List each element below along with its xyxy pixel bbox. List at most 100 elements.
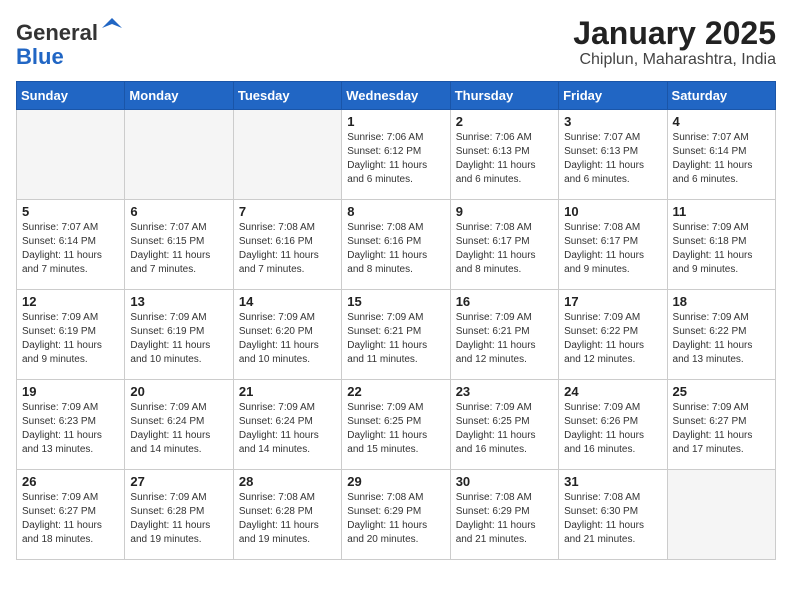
calendar-cell — [125, 110, 233, 200]
day-info: Sunrise: 7:09 AMSunset: 6:27 PMDaylight:… — [673, 401, 770, 457]
day-number: 8 — [347, 204, 444, 219]
day-number: 29 — [347, 474, 444, 489]
calendar-cell — [233, 110, 341, 200]
day-info: Sunrise: 7:09 AMSunset: 6:21 PMDaylight:… — [456, 311, 553, 367]
day-info: Sunrise: 7:09 AMSunset: 6:18 PMDaylight:… — [673, 221, 770, 277]
calendar-cell: 19 Sunrise: 7:09 AMSunset: 6:23 PMDayligh… — [17, 380, 125, 470]
calendar-cell: 27 Sunrise: 7:09 AMSunset: 6:28 PMDayligh… — [125, 470, 233, 560]
calendar-header-tuesday: Tuesday — [233, 82, 341, 110]
day-number: 12 — [22, 294, 119, 309]
calendar-cell: 17 Sunrise: 7:09 AMSunset: 6:22 PMDayligh… — [559, 290, 667, 380]
calendar-header-friday: Friday — [559, 82, 667, 110]
calendar-cell: 30 Sunrise: 7:08 AMSunset: 6:29 PMDayligh… — [450, 470, 558, 560]
calendar-table: SundayMondayTuesdayWednesdayThursdayFrid… — [16, 81, 776, 560]
day-info: Sunrise: 7:09 AMSunset: 6:28 PMDaylight:… — [130, 491, 227, 547]
calendar-cell: 7Sunrise: 7:08 AMSunset: 6:16 PMDaylight… — [233, 200, 341, 290]
day-number: 3 — [564, 114, 661, 129]
day-info: Sunrise: 7:09 AMSunset: 6:21 PMDaylight:… — [347, 311, 444, 367]
calendar-cell: 20 Sunrise: 7:09 AMSunset: 6:24 PMDayligh… — [125, 380, 233, 470]
day-info: Sunrise: 7:08 AMSunset: 6:16 PMDaylight:… — [347, 221, 444, 277]
day-info: Sunrise: 7:09 AMSunset: 6:25 PMDaylight:… — [347, 401, 444, 457]
day-info: Sunrise: 7:08 AMSunset: 6:29 PMDaylight:… — [347, 491, 444, 547]
day-info: Sunrise: 7:08 AMSunset: 6:28 PMDaylight:… — [239, 491, 336, 547]
calendar-cell: 1 Sunrise: 7:06 AMSunset: 6:12 PMDaylight… — [342, 110, 450, 200]
calendar-cell: 12 Sunrise: 7:09 AMSunset: 6:19 PMDayligh… — [17, 290, 125, 380]
month-title: January 2025 — [573, 16, 776, 51]
day-info: Sunrise: 7:09 AMSunset: 6:23 PMDaylight:… — [22, 401, 119, 457]
logo-general: General — [16, 20, 98, 45]
calendar-cell: 11Sunrise: 7:09 AMSunset: 6:18 PMDayligh… — [667, 200, 775, 290]
day-number: 21 — [239, 384, 336, 399]
calendar-cell: 6 Sunrise: 7:07 AMSunset: 6:15 PMDaylight… — [125, 200, 233, 290]
calendar-cell: 5Sunrise: 7:07 AMSunset: 6:14 PMDaylight… — [17, 200, 125, 290]
day-info: Sunrise: 7:06 AMSunset: 6:12 PMDaylight:… — [347, 131, 444, 187]
day-info: Sunrise: 7:09 AMSunset: 6:22 PMDaylight:… — [564, 311, 661, 367]
calendar-cell: 25Sunrise: 7:09 AMSunset: 6:27 PMDayligh… — [667, 380, 775, 470]
calendar-header-wednesday: Wednesday — [342, 82, 450, 110]
calendar-cell: 2Sunrise: 7:06 AMSunset: 6:13 PMDaylight… — [450, 110, 558, 200]
day-number: 20 — [130, 384, 227, 399]
calendar-cell: 24Sunrise: 7:09 AMSunset: 6:26 PMDayligh… — [559, 380, 667, 470]
day-info: Sunrise: 7:09 AMSunset: 6:24 PMDaylight:… — [130, 401, 227, 457]
day-number: 7 — [239, 204, 336, 219]
calendar-cell — [17, 110, 125, 200]
title-block: January 2025 Chiplun, Maharashtra, India — [573, 16, 776, 69]
day-info: Sunrise: 7:09 AMSunset: 6:19 PMDaylight:… — [130, 311, 227, 367]
calendar-cell: 29 Sunrise: 7:08 AMSunset: 6:29 PMDayligh… — [342, 470, 450, 560]
day-number: 27 — [130, 474, 227, 489]
day-number: 30 — [456, 474, 553, 489]
day-number: 4 — [673, 114, 770, 129]
week-row-3: 12 Sunrise: 7:09 AMSunset: 6:19 PMDayligh… — [17, 290, 776, 380]
calendar-cell: 22Sunrise: 7:09 AMSunset: 6:25 PMDayligh… — [342, 380, 450, 470]
week-row-1: 1 Sunrise: 7:06 AMSunset: 6:12 PMDaylight… — [17, 110, 776, 200]
calendar-header-sunday: Sunday — [17, 82, 125, 110]
day-info: Sunrise: 7:07 AMSunset: 6:14 PMDaylight:… — [22, 221, 119, 277]
day-number: 1 — [347, 114, 444, 129]
day-number: 19 — [22, 384, 119, 399]
day-info: Sunrise: 7:09 AMSunset: 6:19 PMDaylight:… — [22, 311, 119, 367]
day-number: 15 — [347, 294, 444, 309]
calendar-cell: 14 Sunrise: 7:09 AMSunset: 6:20 PMDayligh… — [233, 290, 341, 380]
week-row-4: 19 Sunrise: 7:09 AMSunset: 6:23 PMDayligh… — [17, 380, 776, 470]
week-row-2: 5Sunrise: 7:07 AMSunset: 6:14 PMDaylight… — [17, 200, 776, 290]
day-number: 23 — [456, 384, 553, 399]
day-number: 10 — [564, 204, 661, 219]
day-number: 18 — [673, 294, 770, 309]
calendar-cell: 15 Sunrise: 7:09 AMSunset: 6:21 PMDayligh… — [342, 290, 450, 380]
day-info: Sunrise: 7:08 AMSunset: 6:17 PMDaylight:… — [564, 221, 661, 277]
logo-icon — [100, 16, 124, 40]
day-info: Sunrise: 7:08 AMSunset: 6:30 PMDaylight:… — [564, 491, 661, 547]
day-info: Sunrise: 7:09 AMSunset: 6:25 PMDaylight:… — [456, 401, 553, 457]
day-number: 9 — [456, 204, 553, 219]
day-number: 26 — [22, 474, 119, 489]
day-info: Sunrise: 7:09 AMSunset: 6:20 PMDaylight:… — [239, 311, 336, 367]
calendar-cell: 21Sunrise: 7:09 AMSunset: 6:24 PMDayligh… — [233, 380, 341, 470]
location: Chiplun, Maharashtra, India — [573, 51, 776, 69]
day-info: Sunrise: 7:07 AMSunset: 6:15 PMDaylight:… — [130, 221, 227, 277]
day-info: Sunrise: 7:07 AMSunset: 6:14 PMDaylight:… — [673, 131, 770, 187]
day-number: 13 — [130, 294, 227, 309]
calendar-cell: 3 Sunrise: 7:07 AMSunset: 6:13 PMDaylight… — [559, 110, 667, 200]
calendar-cell: 26 Sunrise: 7:09 AMSunset: 6:27 PMDayligh… — [17, 470, 125, 560]
day-number: 17 — [564, 294, 661, 309]
day-info: Sunrise: 7:07 AMSunset: 6:13 PMDaylight:… — [564, 131, 661, 187]
calendar-cell: 10 Sunrise: 7:08 AMSunset: 6:17 PMDayligh… — [559, 200, 667, 290]
calendar-cell: 4 Sunrise: 7:07 AMSunset: 6:14 PMDaylight… — [667, 110, 775, 200]
day-number: 6 — [130, 204, 227, 219]
calendar-cell: 28Sunrise: 7:08 AMSunset: 6:28 PMDayligh… — [233, 470, 341, 560]
day-info: Sunrise: 7:08 AMSunset: 6:29 PMDaylight:… — [456, 491, 553, 547]
calendar-header-monday: Monday — [125, 82, 233, 110]
day-number: 14 — [239, 294, 336, 309]
logo-blue: Blue — [16, 44, 64, 69]
calendar-cell: 18 Sunrise: 7:09 AMSunset: 6:22 PMDayligh… — [667, 290, 775, 380]
day-info: Sunrise: 7:08 AMSunset: 6:17 PMDaylight:… — [456, 221, 553, 277]
day-number: 31 — [564, 474, 661, 489]
calendar-cell: 16 Sunrise: 7:09 AMSunset: 6:21 PMDayligh… — [450, 290, 558, 380]
day-number: 16 — [456, 294, 553, 309]
day-info: Sunrise: 7:09 AMSunset: 6:22 PMDaylight:… — [673, 311, 770, 367]
calendar-cell: 8 Sunrise: 7:08 AMSunset: 6:16 PMDaylight… — [342, 200, 450, 290]
calendar-cell — [667, 470, 775, 560]
calendar-cell: 23 Sunrise: 7:09 AMSunset: 6:25 PMDayligh… — [450, 380, 558, 470]
day-info: Sunrise: 7:09 AMSunset: 6:27 PMDaylight:… — [22, 491, 119, 547]
day-number: 24 — [564, 384, 661, 399]
